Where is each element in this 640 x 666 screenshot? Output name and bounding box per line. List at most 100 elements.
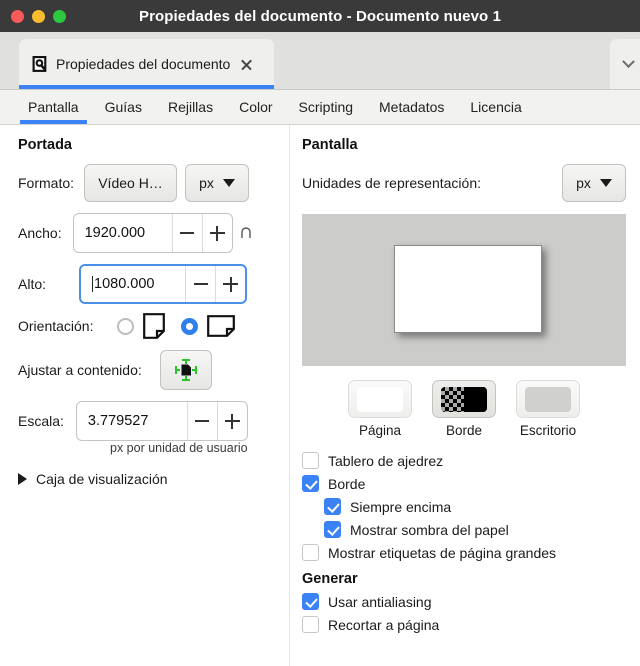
minus-icon xyxy=(195,420,210,422)
swatch-escritorio-button[interactable] xyxy=(516,380,580,418)
swatch-pagina[interactable]: Página xyxy=(348,380,412,438)
link-top-half xyxy=(240,227,251,238)
swatch-borde[interactable]: Borde xyxy=(432,380,496,438)
tab-label: Rejillas xyxy=(167,99,214,115)
ajustar-row: Ajustar a contenido: xyxy=(18,350,290,390)
section-tabs: Pantalla Guías Rejillas Color Scripting … xyxy=(0,90,640,125)
checkbox-icon[interactable] xyxy=(302,616,319,633)
escala-row: Escala: 3.779527 xyxy=(18,401,290,441)
alto-field[interactable]: 1080.000 xyxy=(79,264,248,304)
ancho-value: 1920.000 xyxy=(84,225,146,241)
checkbox-label: Siempre encima xyxy=(350,498,452,515)
checkbox-icon[interactable] xyxy=(302,593,319,610)
close-icon[interactable] xyxy=(239,57,254,72)
swatch-escritorio-color xyxy=(525,386,571,412)
tab-color[interactable]: Color xyxy=(226,90,285,124)
checkbox-recortar-a-pagina[interactable]: Recortar a página xyxy=(302,616,626,633)
ancho-decrement-button[interactable] xyxy=(171,214,202,252)
escala-field[interactable]: 3.779527 xyxy=(75,401,248,441)
disclosure-triangle-icon xyxy=(18,473,27,485)
checkbox-icon[interactable] xyxy=(302,452,319,469)
document-tab-strip: Propiedades del documento xyxy=(0,32,640,90)
swatch-borde-button[interactable] xyxy=(432,380,496,418)
checkbox-label: Usar antialiasing xyxy=(328,593,432,610)
caja-de-visualizacion-section[interactable]: Caja de visualización xyxy=(18,471,290,487)
tab-licencia[interactable]: Licencia xyxy=(457,90,534,124)
tab-overflow-button[interactable] xyxy=(610,39,640,89)
formato-unit-value: px xyxy=(199,175,214,191)
landscape-page-icon[interactable] xyxy=(207,315,236,337)
ancho-label: Ancho: xyxy=(18,225,62,241)
generar-heading: Generar xyxy=(302,571,358,587)
close-button[interactable] xyxy=(11,9,24,23)
document-properties-icon xyxy=(32,55,47,72)
plus-icon xyxy=(223,276,239,292)
escala-decrement-button[interactable] xyxy=(186,402,217,440)
portrait-page-icon[interactable] xyxy=(143,313,166,339)
tab-metadatos[interactable]: Metadatos xyxy=(366,90,457,124)
orientacion-landscape-radio[interactable] xyxy=(181,317,199,335)
alto-label: Alto: xyxy=(18,276,47,292)
tab-label: Metadatos xyxy=(379,99,445,115)
escala-hint: px por unidad de usuario xyxy=(110,441,248,455)
page-preview-thumbnail xyxy=(394,245,542,333)
tab-pantalla[interactable]: Pantalla xyxy=(15,90,92,124)
checkbox-icon[interactable] xyxy=(324,498,341,515)
checkbox-mostrar-sombra-del-papel[interactable]: Mostrar sombra del papel xyxy=(324,521,626,538)
ancho-row: Ancho: 1920.000 xyxy=(18,213,290,253)
alto-increment-button[interactable] xyxy=(215,266,245,302)
checkbox-icon[interactable] xyxy=(324,521,341,538)
escala-label: Escala: xyxy=(18,413,64,429)
ajustar-label: Ajustar a contenido: xyxy=(18,362,142,378)
escala-value: 3.779527 xyxy=(87,413,149,429)
checkbox-mostrar-etiquetas-de-pagina-grandes[interactable]: Mostrar etiquetas de página grandes xyxy=(302,544,626,561)
window-titlebar: Propiedades del documento - Documento nu… xyxy=(0,0,640,32)
tab-label: Color xyxy=(239,99,273,115)
chevron-down-icon xyxy=(621,54,635,68)
color-swatches: Página Borde Escritorio xyxy=(302,380,626,438)
ancho-field[interactable]: 1920.000 xyxy=(72,213,233,253)
tab-rejillas[interactable]: Rejillas xyxy=(155,90,226,124)
checkbox-tablero-de-ajedrez[interactable]: Tablero de ajedrez xyxy=(302,452,626,469)
document-tab[interactable]: Propiedades del documento xyxy=(19,39,274,89)
checkbox-usar-antialiasing[interactable]: Usar antialiasing xyxy=(302,593,626,610)
broken-link-icon[interactable] xyxy=(238,227,254,239)
fit-to-content-icon xyxy=(174,359,197,381)
checkbox-icon[interactable] xyxy=(302,544,319,561)
alto-value-text: 1080.000 xyxy=(94,276,155,292)
minimize-button[interactable] xyxy=(32,9,45,23)
checkbox-label: Mostrar etiquetas de página grandes xyxy=(328,544,557,561)
orientacion-portrait-radio[interactable] xyxy=(117,317,135,335)
unidades-dropdown[interactable]: px xyxy=(562,164,626,202)
document-tab-label: Propiedades del documento xyxy=(56,56,231,72)
tab-label: Licencia xyxy=(470,99,522,115)
swatch-borde-color xyxy=(441,386,487,412)
checkbox-siempre-encima[interactable]: Siempre encima xyxy=(324,498,626,515)
checkbox-borde[interactable]: Borde xyxy=(302,475,626,492)
pantalla-heading: Pantalla xyxy=(302,137,358,153)
formato-unit-dropdown[interactable]: px xyxy=(185,164,250,202)
formato-label: Formato: xyxy=(18,175,75,191)
unidades-label: Unidades de representación: xyxy=(302,175,482,191)
maximize-button[interactable] xyxy=(53,9,66,23)
swatch-pagina-label: Página xyxy=(358,423,402,438)
checkbox-label: Tablero de ajedrez xyxy=(328,452,444,469)
checkbox-label: Mostrar sombra del papel xyxy=(350,521,509,538)
swatch-escritorio[interactable]: Escritorio xyxy=(516,380,580,438)
chevron-down-icon xyxy=(222,179,235,187)
alto-decrement-button[interactable] xyxy=(185,266,215,302)
tab-label: Guías xyxy=(104,99,142,115)
portada-heading: Portada xyxy=(18,137,72,153)
content-area: Portada Formato: Vídeo H… px Ancho: 1920… xyxy=(0,125,640,666)
formato-dropdown[interactable]: Vídeo H… xyxy=(84,164,178,202)
swatch-pagina-button[interactable] xyxy=(348,380,412,418)
escala-increment-button[interactable] xyxy=(216,402,247,440)
swatch-pagina-color xyxy=(357,386,403,412)
tab-guias[interactable]: Guías xyxy=(92,90,155,124)
tab-label: Pantalla xyxy=(28,99,79,115)
ancho-increment-button[interactable] xyxy=(201,214,232,252)
alto-row: Alto: 1080.000 xyxy=(18,264,290,304)
ajustar-a-contenido-button[interactable] xyxy=(159,350,212,390)
checkbox-icon[interactable] xyxy=(302,475,319,492)
tab-scripting[interactable]: Scripting xyxy=(286,90,366,124)
